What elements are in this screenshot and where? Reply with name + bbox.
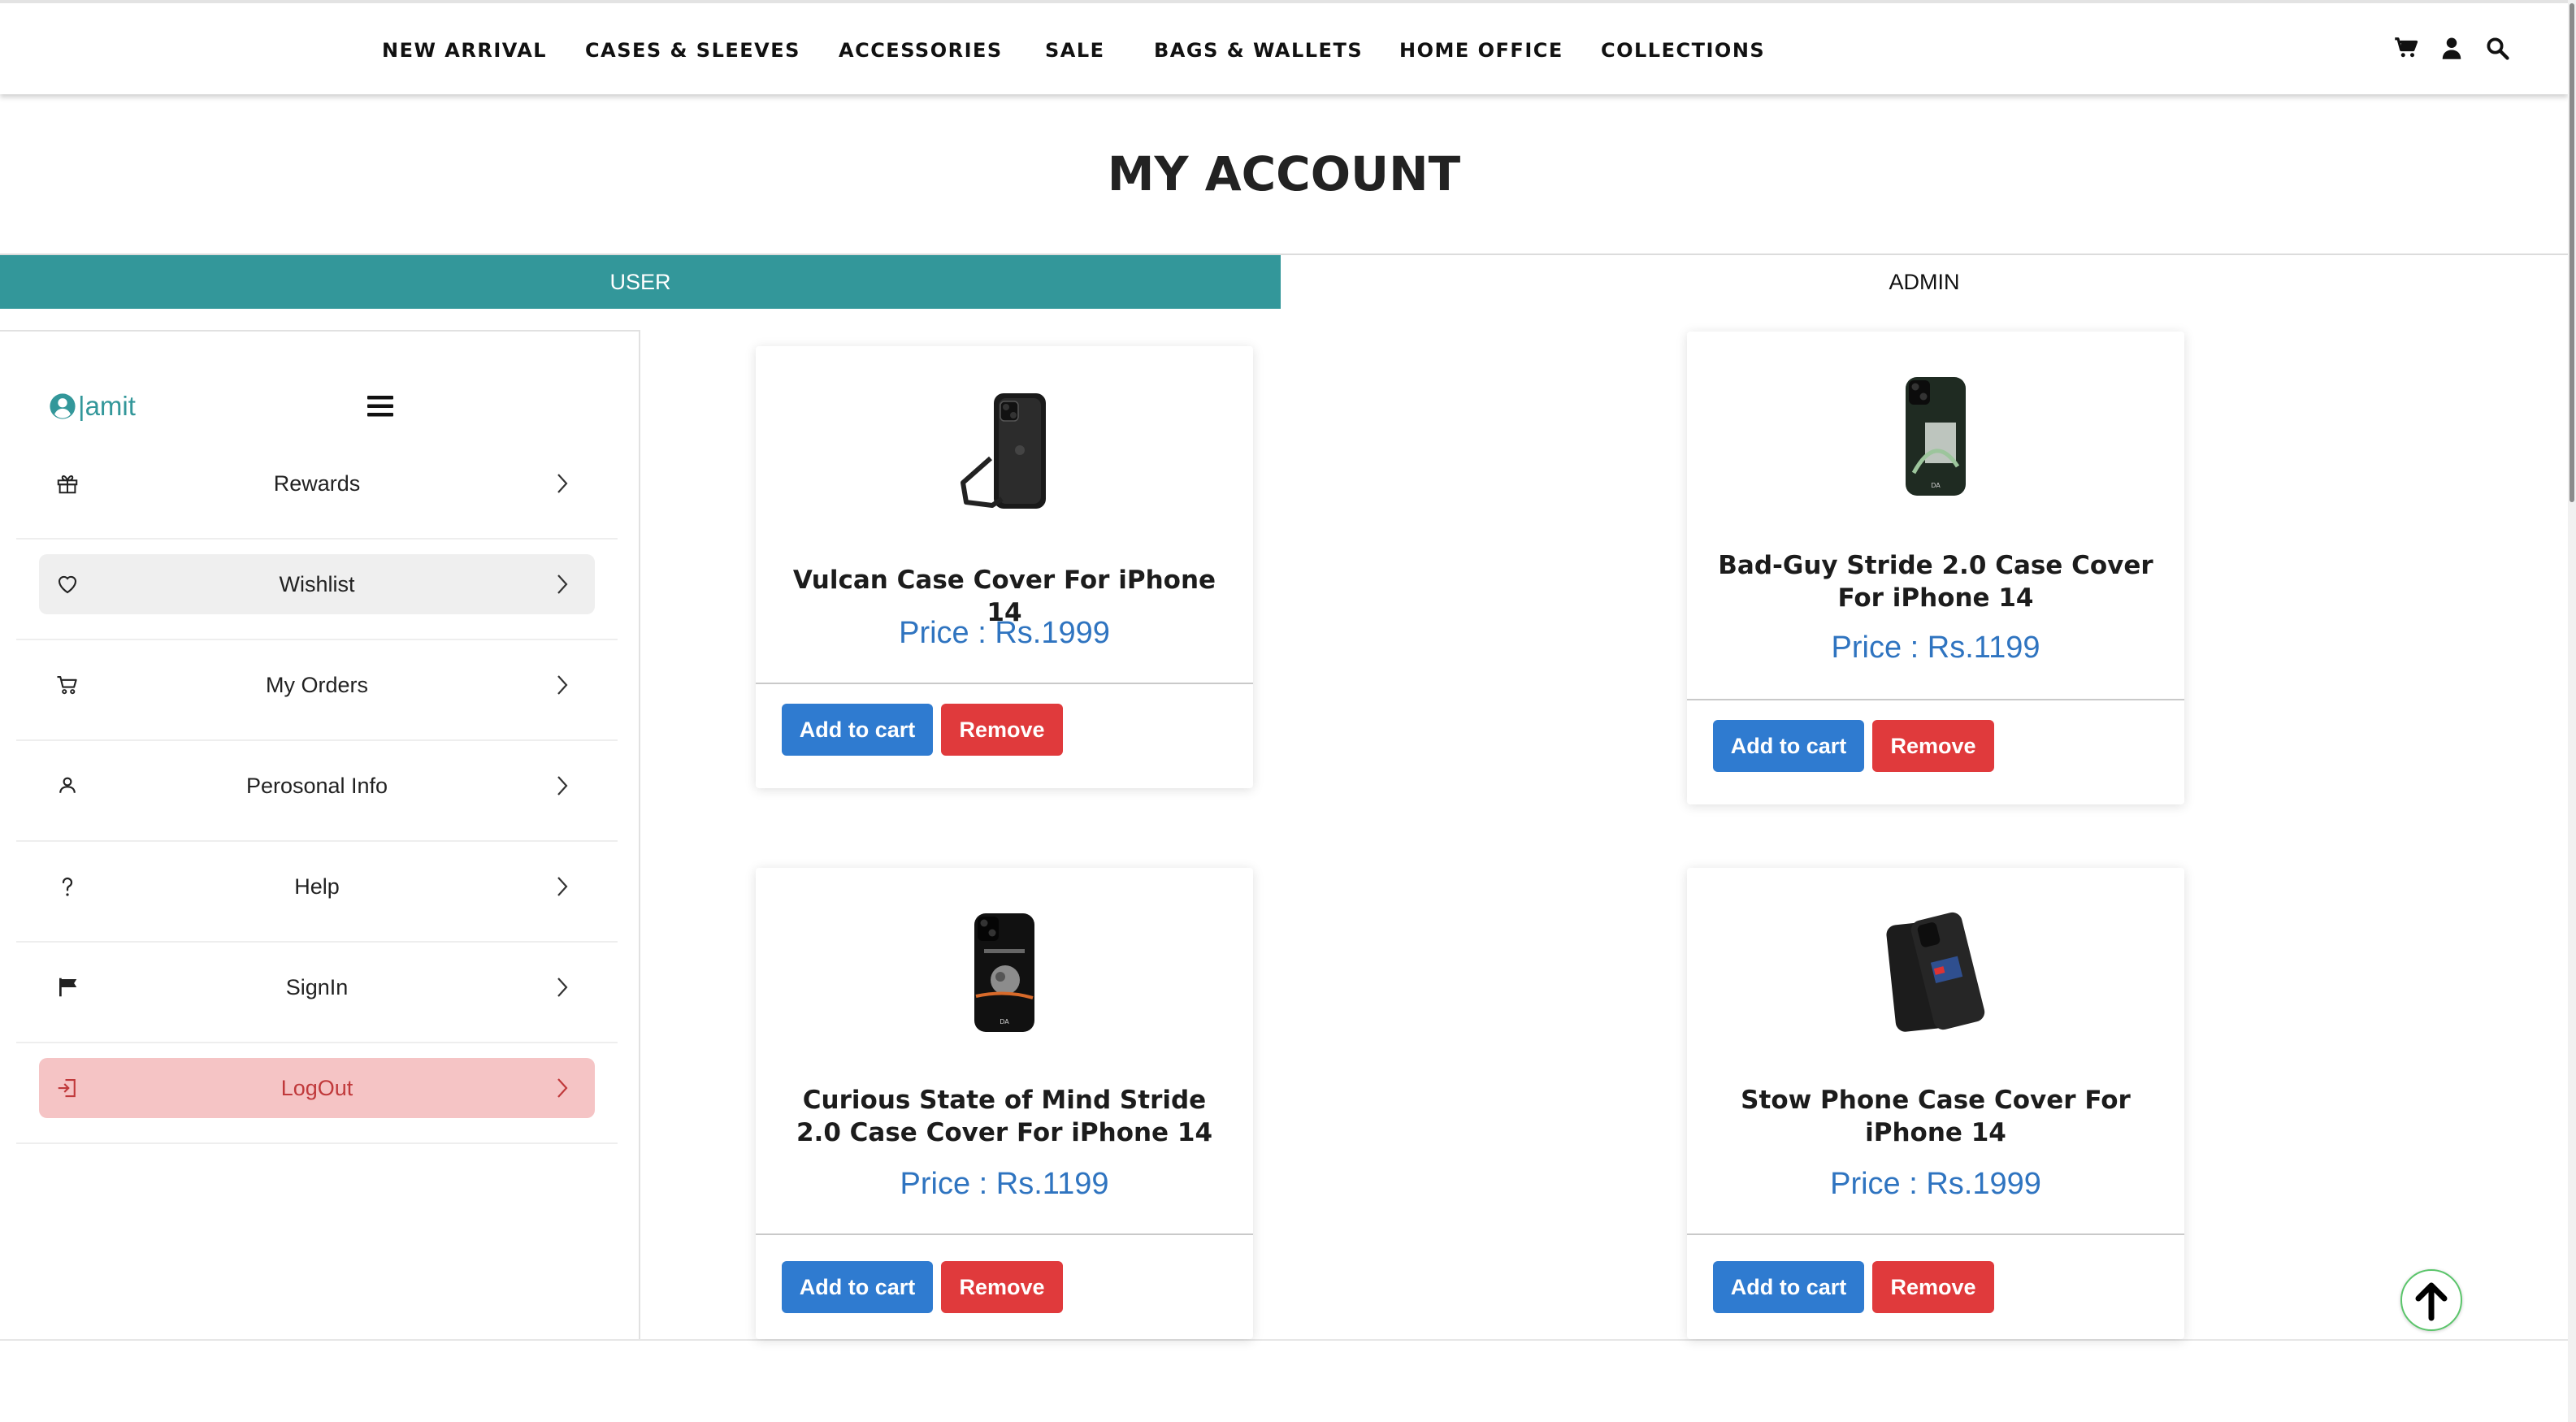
card-divider (756, 683, 1253, 684)
divider (16, 1042, 618, 1043)
cart-icon[interactable] (2394, 36, 2418, 60)
wishlist-card: DA Bad-Guy Stride 2.0 Case Cover For iPh… (1687, 332, 2184, 804)
user-circle-icon (50, 393, 76, 419)
user-profile[interactable]: |amit (49, 388, 136, 424)
sidebar-item-my-orders[interactable]: My Orders (39, 655, 595, 715)
sidebar-item-rewards[interactable]: Rewards (39, 453, 595, 514)
product-price: Price : Rs.1999 (899, 616, 1110, 650)
remove-button[interactable]: Remove (1872, 720, 1994, 772)
wishlist-card: DA Curious State of Mind Stride 2.0 Case… (756, 868, 1253, 1339)
sidebar-item-logout[interactable]: LogOut (39, 1058, 595, 1118)
divider (16, 739, 618, 741)
account-tabs: USER ADMIN (0, 254, 2568, 309)
product-image[interactable] (1687, 912, 2184, 1034)
page-title: MY ACCOUNT (1107, 146, 1461, 202)
divider (16, 941, 618, 943)
product-name[interactable]: Bad-Guy Stride 2.0 Case Cover For iPhone… (1711, 549, 2160, 614)
product-image[interactable]: DA (756, 912, 1253, 1034)
tab-admin[interactable]: ADMIN (1281, 255, 2568, 309)
card-divider (1687, 699, 2184, 700)
product-image[interactable]: DA (1687, 375, 2184, 497)
sidebar-item-label: Wishlist (279, 572, 355, 596)
phone-case-image: DA (974, 913, 1034, 1032)
product-image[interactable] (756, 392, 1253, 514)
nav-collections[interactable]: COLLECTIONS (1601, 39, 1765, 62)
sidebar-item-label: LogOut (280, 1076, 353, 1100)
chevron-right-icon (557, 877, 568, 896)
sidebar-item-label: Rewards (273, 471, 361, 496)
wishlist-card: Vulcan Case Cover For iPhone 14 Price : … (756, 346, 1253, 788)
add-to-cart-button[interactable]: Add to cart (782, 704, 933, 756)
username: |amit (78, 391, 136, 421)
chevron-right-icon (557, 675, 568, 695)
product-price: Price : Rs.1999 (1830, 1167, 2041, 1201)
arrow-up-icon (2415, 1282, 2448, 1321)
chevron-right-icon (557, 776, 568, 796)
phone-case-image (1886, 912, 1985, 1032)
product-name[interactable]: Curious State of Mind Stride 2.0 Case Co… (780, 1084, 1229, 1149)
scroll-to-top-button[interactable] (2400, 1269, 2462, 1331)
add-to-cart-button[interactable]: Add to cart (1713, 1261, 1864, 1313)
nav-bags-wallets[interactable]: BAGS & WALLETS (1154, 39, 1363, 62)
nav-accessories[interactable]: ACCESSORIES (839, 39, 1003, 62)
divider (16, 1142, 618, 1144)
sidebar-item-label: SignIn (285, 975, 349, 999)
nav-new-arrival[interactable]: NEW ARRIVAL (382, 39, 547, 62)
card-divider (756, 1233, 1253, 1235)
nav-cases-sleeves[interactable]: CASES & SLEEVES (585, 39, 800, 62)
product-price: Price : Rs.1199 (1831, 631, 2040, 665)
sidebar-item-wishlist[interactable]: Wishlist (39, 554, 595, 614)
chevron-right-icon (557, 574, 568, 594)
card-divider (1687, 1233, 2184, 1235)
remove-button[interactable]: Remove (941, 1261, 1063, 1313)
svg-text:DA: DA (1000, 1018, 1009, 1025)
divider (16, 538, 618, 540)
chevron-right-icon (557, 978, 568, 997)
content-bottom-divider (0, 1339, 2568, 1341)
scrollbar-thumb[interactable] (2569, 3, 2574, 502)
nav-home-office[interactable]: HOME OFFICE (1399, 39, 1563, 62)
sidebar-item-label: Perosonal Info (245, 774, 388, 798)
nav-sale[interactable]: SALE (1045, 39, 1105, 62)
divider (16, 840, 618, 842)
account-sidebar: |amit Rewards Wishlist My Orders Peroson… (0, 330, 640, 1341)
sidebar-item-label: My Orders (265, 673, 368, 697)
search-icon[interactable] (2485, 36, 2509, 60)
add-to-cart-button[interactable]: Add to cart (1713, 720, 1864, 772)
chevron-right-icon (557, 1078, 568, 1098)
phone-case-image (961, 393, 1046, 509)
phone-case-image: DA (1906, 377, 1966, 496)
remove-button[interactable]: Remove (1872, 1261, 1994, 1313)
remove-button[interactable]: Remove (941, 704, 1063, 756)
sidebar-item-label: Help (294, 874, 340, 899)
sidebar-item-help[interactable]: Help (39, 856, 595, 917)
svg-text:DA: DA (1931, 482, 1941, 489)
divider (16, 639, 618, 640)
add-to-cart-button[interactable]: Add to cart (782, 1261, 933, 1313)
tab-user[interactable]: USER (0, 255, 1281, 309)
product-name[interactable]: Stow Phone Case Cover For iPhone 14 (1711, 1084, 2160, 1149)
chevron-right-icon (557, 474, 568, 493)
top-navbar: NEW ARRIVAL CASES & SLEEVES ACCESSORIES … (0, 0, 2568, 94)
user-icon[interactable] (2439, 36, 2464, 60)
sidebar-item-signin[interactable]: SignIn (39, 957, 595, 1017)
sidebar-item-personal-info[interactable]: Perosonal Info (39, 756, 595, 816)
hamburger-menu-icon[interactable] (364, 393, 397, 419)
product-price: Price : Rs.1199 (900, 1167, 1109, 1201)
wishlist-card: Stow Phone Case Cover For iPhone 14 Pric… (1687, 868, 2184, 1339)
